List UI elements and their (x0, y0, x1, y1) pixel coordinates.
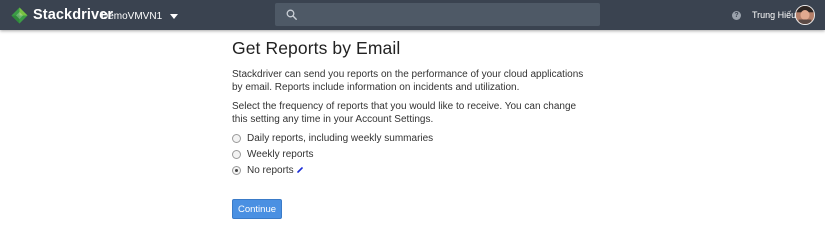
chevron-down-icon (170, 13, 179, 19)
intro-text: Stackdriver can send you reports on the … (232, 69, 584, 93)
avatar[interactable] (795, 5, 815, 25)
search-bar (275, 3, 600, 26)
avatar-image (796, 6, 814, 24)
report-frequency-options: Daily reports, including weekly summarie… (232, 130, 433, 178)
top-bar: Stackdriver DemoVMVN1 ? Trung Hiếu (0, 0, 825, 30)
user-name[interactable]: Trung Hiếu (752, 10, 796, 20)
search-icon (286, 9, 297, 20)
pen-cursor-icon (297, 167, 303, 173)
stackdriver-logo[interactable]: Stackdriver (11, 6, 113, 24)
weekly-radio[interactable] (232, 149, 241, 159)
option-daily-reports[interactable]: Daily reports, including weekly summarie… (232, 130, 433, 146)
option-weekly-reports[interactable]: Weekly reports (232, 146, 433, 162)
search-input[interactable] (305, 6, 594, 25)
frequency-prompt: Select the frequency of reports that you… (232, 101, 577, 125)
daily-radio[interactable] (232, 133, 241, 143)
main-content: Get Reports by Email Stackdriver can sen… (232, 37, 592, 176)
continue-button[interactable]: Continue (232, 199, 282, 219)
option-label: Weekly reports (247, 148, 314, 160)
option-no-reports[interactable]: No reports (232, 162, 433, 178)
no-reports-radio[interactable] (232, 165, 241, 175)
option-label: Daily reports, including weekly summarie… (247, 132, 434, 144)
page-title: Get Reports by Email (232, 38, 401, 58)
option-label: No reports (247, 164, 294, 176)
project-name: DemoVMVN1 (101, 10, 163, 22)
project-selector[interactable]: DemoVMVN1 (101, 8, 179, 24)
stackdriver-logo-icon (11, 7, 28, 23)
help-icon[interactable]: ? (732, 11, 741, 20)
